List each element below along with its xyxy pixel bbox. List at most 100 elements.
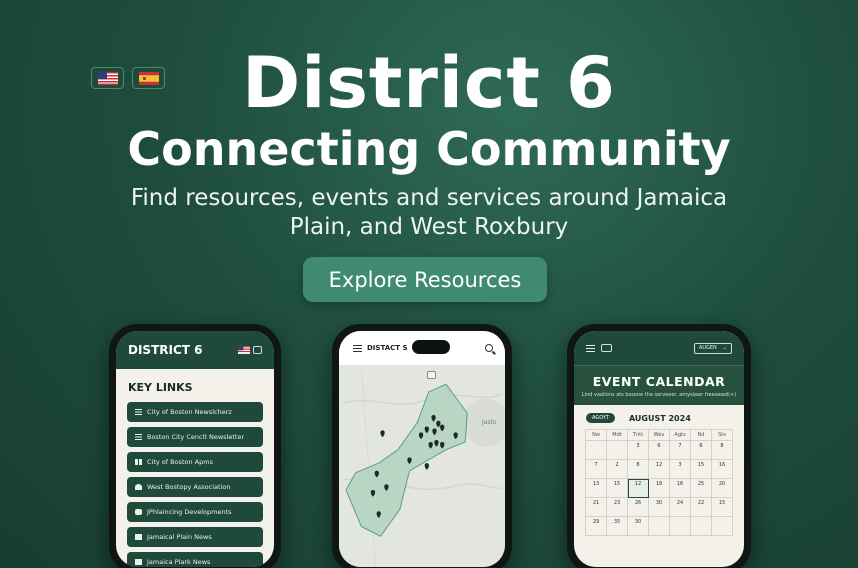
app-header: DISTRICT 6	[116, 331, 274, 369]
calendar-day-cell[interactable]	[586, 441, 607, 460]
document-icon	[135, 534, 142, 540]
calendar-day-cell[interactable]: 6	[649, 441, 670, 460]
calendar-day-cell[interactable]: 12	[649, 460, 670, 479]
link-city-apps[interactable]: City of Boston Apms	[127, 452, 263, 472]
weekday-header: Nd	[691, 430, 712, 441]
link-label: City of Boston Apms	[147, 458, 213, 466]
calendar-day-cell[interactable]: 30	[628, 517, 649, 536]
app-brand: DISTRICT 6	[128, 343, 203, 357]
phone-screen: DISTRICT 6 KEY LINKS City of Boston News…	[116, 331, 274, 567]
phone-notch	[412, 340, 450, 354]
phone-key-links: DISTRICT 6 KEY LINKS City of Boston News…	[109, 324, 281, 568]
menu-icon[interactable]	[586, 344, 595, 352]
page-subtitle: Connecting Community	[127, 122, 731, 176]
phone-screen: DISTACT S Jasto	[339, 331, 505, 567]
link-council-newsletter[interactable]: Boston City Cenclt Newsletter	[127, 427, 263, 447]
phone-map: DISTACT S Jasto	[332, 324, 512, 568]
calendar-day-cell[interactable]: 16	[670, 479, 691, 498]
map-canvas[interactable]	[339, 365, 505, 567]
newsletter-icon	[135, 434, 142, 440]
calendar-day-cell[interactable]: 3	[628, 441, 649, 460]
calendar-day-cell[interactable]: 26	[628, 498, 649, 517]
calendar-day-cell[interactable]: 23	[607, 498, 628, 517]
link-label: City of Boston Newslcherz	[147, 408, 232, 416]
link-label: JPhlaincing Developments	[147, 508, 232, 516]
month-label: AUGUST 2024	[628, 413, 691, 423]
language-select[interactable]: AUGEN ⌄	[693, 342, 732, 354]
calendar-day-cell[interactable]: 2	[607, 460, 628, 479]
link-developments[interactable]: JPhlaincing Developments	[127, 502, 263, 522]
link-association[interactable]: West Bostopy Association	[127, 477, 263, 497]
link-jp-news-2[interactable]: Jamaica Plark News	[127, 552, 263, 567]
weekday-header: Nw	[586, 430, 607, 441]
map-layer-button[interactable]	[427, 371, 436, 379]
calendar-day-cell[interactable]: 12	[628, 479, 649, 498]
weekday-header: Wev	[649, 430, 670, 441]
month-picker-button[interactable]: AGOYT	[586, 413, 615, 423]
calendar-day-cell[interactable]: 7	[670, 441, 691, 460]
page-tagline: Find resources, events and services arou…	[130, 185, 728, 240]
app-header: AUGEN ⌄	[574, 331, 744, 365]
apps-icon	[135, 459, 142, 465]
calendar-day-cell[interactable]: 18	[649, 479, 670, 498]
heart-icon	[135, 484, 142, 490]
language-toggle[interactable]	[238, 346, 262, 354]
calendar-banner: EVENT CALENDAR Lind vaalions ats bssone …	[574, 365, 744, 405]
calendar-title: EVENT CALENDAR	[592, 374, 726, 389]
calendar-day-cell[interactable]	[712, 517, 733, 536]
phone-screen: AUGEN ⌄ EVENT CALENDAR Lind vaalions ats …	[574, 331, 744, 567]
calendar-day-cell[interactable]: 15	[607, 479, 628, 498]
newsletter-icon	[135, 409, 142, 415]
month-bar: AGOYT AUGUST 2024	[574, 405, 744, 429]
link-label: Boston City Cenclt Newsletter	[147, 433, 245, 441]
calendar-day-cell[interactable]: 16	[712, 460, 733, 479]
calendar-day-cell[interactable]	[607, 441, 628, 460]
phone-event-calendar: AUGEN ⌄ EVENT CALENDAR Lind vaalions ats …	[567, 324, 751, 568]
calendar-grid: Nw Mdt Tntt Wev Agts Nd Sts 3 6 7 6 8 7 2 8 12 3 15 16 13 15…	[585, 429, 733, 536]
us-flag-icon	[238, 346, 250, 354]
map-place-label: Jasto	[482, 419, 497, 426]
link-city-newsletter[interactable]: City of Boston Newslcherz	[127, 402, 263, 422]
link-label: Jamaica Plark News	[147, 558, 211, 566]
calendar-day-cell[interactable]: 8	[628, 460, 649, 479]
link-label: West Bostopy Association	[147, 483, 231, 491]
link-jp-news[interactable]: Jamaical Plain News	[127, 527, 263, 547]
calendar-day-cell[interactable]: 35	[607, 517, 628, 536]
key-links-list: City of Boston Newslcherz Boston City Ce…	[116, 402, 274, 567]
calendar-day-cell[interactable]: 6	[691, 441, 712, 460]
calendar-day-cell[interactable]: 15	[691, 460, 712, 479]
link-label: Jamaical Plain News	[147, 533, 212, 541]
translate-icon	[253, 346, 262, 354]
calendar-day-cell[interactable]	[670, 517, 691, 536]
calendar-day-cell[interactable]	[691, 517, 712, 536]
calendar-day-cell[interactable]: 30	[649, 498, 670, 517]
calendar-day-cell[interactable]: 15	[712, 498, 733, 517]
calendar-day-cell[interactable]: 22	[691, 498, 712, 517]
app-brand: DISTACT S	[367, 344, 408, 352]
calendar-day-cell[interactable]: 25	[691, 479, 712, 498]
calendar-day-cell[interactable]: 21	[586, 498, 607, 517]
calendar-subtitle: Lind vaalions ats bssone tha serveeer. a…	[581, 392, 737, 398]
menu-icon[interactable]	[353, 344, 362, 352]
translate-icon[interactable]	[601, 344, 612, 352]
calendar-day-cell[interactable]	[649, 517, 670, 536]
page-title: District 6	[242, 42, 616, 124]
calendar-day-cell[interactable]: 29	[586, 517, 607, 536]
calendar-day-cell[interactable]: 3	[670, 460, 691, 479]
calendar-day-cell[interactable]: 24	[670, 498, 691, 517]
calendar-day-cell[interactable]: 7	[586, 460, 607, 479]
calendar-day-cell[interactable]: 13	[586, 479, 607, 498]
weekday-header: Sts	[712, 430, 733, 441]
search-icon[interactable]	[485, 344, 493, 352]
section-heading: KEY LINKS	[128, 381, 193, 394]
calendar-day-cell[interactable]: 20	[712, 479, 733, 498]
person-icon	[135, 509, 142, 515]
weekday-header: Tntt	[628, 430, 649, 441]
chevron-down-icon: ⌄	[722, 345, 727, 351]
language-select-value: AUGEN	[698, 345, 717, 351]
weekday-header: Mdt	[607, 430, 628, 441]
explore-resources-button[interactable]: Explore Resources	[303, 257, 547, 302]
calendar-day-cell[interactable]: 8	[712, 441, 733, 460]
district-map[interactable]: Jasto	[339, 365, 505, 567]
document-icon	[135, 559, 142, 565]
